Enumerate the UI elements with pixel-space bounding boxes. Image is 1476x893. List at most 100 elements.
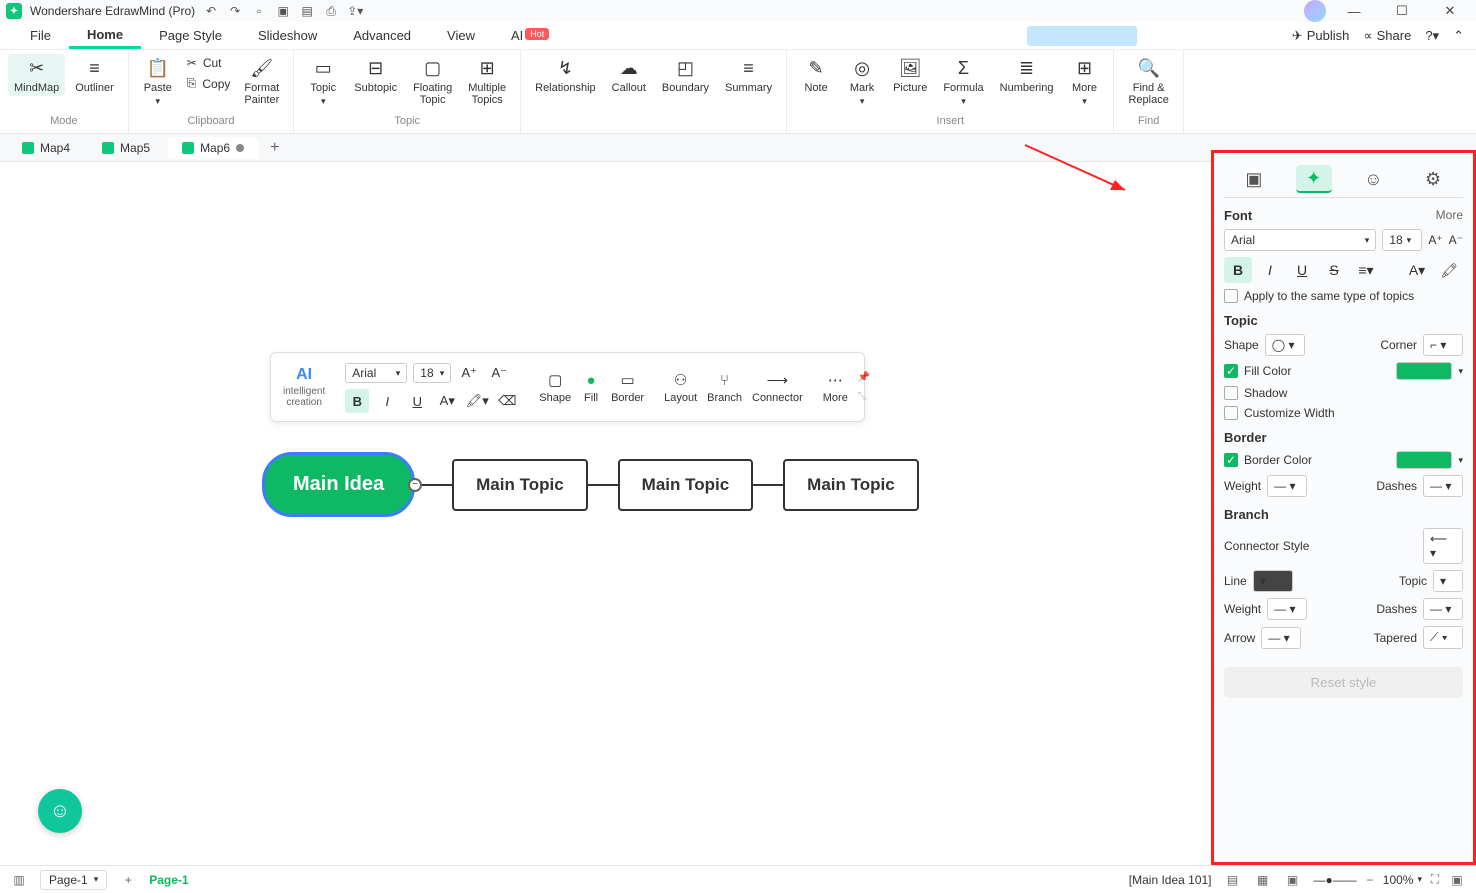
- fit-icon[interactable]: ▣: [1448, 871, 1466, 889]
- font-grow-button[interactable]: A⁺: [457, 361, 481, 385]
- fullscreen-icon[interactable]: ⛶: [1426, 871, 1444, 889]
- help-button[interactable]: ?▾: [1425, 28, 1439, 44]
- page-tab[interactable]: Page-1: [149, 873, 188, 887]
- menu-file[interactable]: File: [12, 24, 69, 47]
- view-mode-3-icon[interactable]: ▣: [1284, 871, 1302, 889]
- outliner-mode-button[interactable]: ≡Outliner: [69, 54, 120, 96]
- bold-button[interactable]: B: [345, 389, 369, 413]
- view-mode-1-icon[interactable]: ▤: [1224, 871, 1242, 889]
- font-more-button[interactable]: More: [1436, 208, 1463, 223]
- menu-view[interactable]: View: [429, 24, 493, 47]
- find-replace-button[interactable]: 🔍Find & Replace: [1122, 54, 1174, 108]
- zoom-slider[interactable]: —●——: [1314, 873, 1357, 887]
- save-icon[interactable]: ▤: [299, 3, 315, 19]
- doc-tab-map6[interactable]: Map6: [168, 137, 258, 159]
- note-button[interactable]: ✎Note: [795, 54, 837, 96]
- doc-tab-map4[interactable]: Map4: [8, 137, 84, 159]
- menu-advanced[interactable]: Advanced: [335, 24, 429, 47]
- share-button[interactable]: ∝Share: [1363, 28, 1411, 44]
- collapse-ribbon[interactable]: ⌃: [1453, 28, 1464, 44]
- collapse-handle[interactable]: −: [408, 478, 422, 492]
- undo-icon[interactable]: ↶: [203, 3, 219, 19]
- corner-select[interactable]: ⌐ ▾: [1423, 334, 1463, 356]
- boundary-button[interactable]: ◰Boundary: [656, 54, 715, 96]
- window-maximize[interactable]: ☐: [1382, 0, 1422, 22]
- formula-button[interactable]: ΣFormula▾: [937, 54, 989, 109]
- cut-button[interactable]: ✂ Cut: [183, 54, 235, 72]
- font-shrink-icon[interactable]: A⁻: [1449, 233, 1463, 247]
- insert-more-button[interactable]: ⊞More▾: [1063, 54, 1105, 109]
- panel-underline-button[interactable]: U: [1288, 257, 1316, 283]
- italic-button[interactable]: I: [375, 389, 399, 413]
- floating-topic-button[interactable]: ▢Floating Topic: [407, 54, 458, 108]
- panel-font-size[interactable]: 18▾: [1382, 229, 1422, 251]
- summary-button[interactable]: ≡Summary: [719, 54, 778, 96]
- arrow-select[interactable]: ― ▾: [1261, 627, 1301, 649]
- underline-button[interactable]: U: [405, 389, 429, 413]
- font-grow-icon[interactable]: A⁺: [1428, 233, 1442, 247]
- border-weight-select[interactable]: ― ▾: [1267, 475, 1307, 497]
- shape-button[interactable]: ▢Shape: [539, 370, 571, 404]
- panel-tab-layout[interactable]: ▣: [1236, 165, 1272, 193]
- topic-node[interactable]: Main Topic: [452, 459, 588, 511]
- font-family-select[interactable]: Arial▾: [345, 363, 407, 383]
- mark-button[interactable]: ◎Mark▾: [841, 54, 883, 109]
- panel-strike-button[interactable]: S: [1320, 257, 1348, 283]
- panel-highlight-button[interactable]: 🖍: [1435, 257, 1463, 283]
- menu-page-style[interactable]: Page Style: [141, 24, 240, 47]
- multiple-topics-button[interactable]: ⊞Multiple Topics: [462, 54, 512, 108]
- topic-button[interactable]: ▭Topic▾: [302, 54, 344, 109]
- font-shrink-button[interactable]: A⁻: [487, 361, 511, 385]
- apply-same-checkbox[interactable]: [1224, 289, 1238, 303]
- panel-tab-settings[interactable]: ⚙: [1415, 165, 1451, 193]
- topic-node[interactable]: Main Topic: [783, 459, 919, 511]
- main-idea-node[interactable]: Main Idea: [262, 452, 415, 517]
- highlight-button[interactable]: 🖍▾: [465, 389, 489, 413]
- panel-font-family[interactable]: Arial▾: [1224, 229, 1376, 251]
- add-tab-button[interactable]: +: [262, 139, 287, 157]
- promo-banner[interactable]: [1027, 26, 1137, 46]
- connector-style-select[interactable]: ⟵ ▾: [1423, 528, 1463, 564]
- canvas[interactable]: AI intelligent creation Arial▾ 18▾ A⁺ A⁻…: [0, 162, 1211, 865]
- branch-weight-select[interactable]: ― ▾: [1267, 598, 1307, 620]
- outline-view-icon[interactable]: ▥: [10, 871, 28, 889]
- doc-tab-map5[interactable]: Map5: [88, 137, 164, 159]
- panel-align-button[interactable]: ≡▾: [1352, 257, 1380, 283]
- zoom-value[interactable]: 100%: [1383, 873, 1414, 887]
- callout-button[interactable]: ☁Callout: [606, 54, 652, 96]
- new-icon[interactable]: ▫: [251, 3, 267, 19]
- zoom-out-icon[interactable]: −: [1361, 871, 1379, 889]
- branch-dashes-select[interactable]: ― ▾: [1423, 598, 1463, 620]
- branch-topic-select[interactable]: ▾: [1433, 570, 1463, 592]
- border-dashes-select[interactable]: ― ▾: [1423, 475, 1463, 497]
- menu-home[interactable]: Home: [69, 23, 141, 49]
- add-page-button[interactable]: +: [119, 871, 137, 889]
- panel-font-color-button[interactable]: A▾: [1403, 257, 1431, 283]
- reset-style-button[interactable]: Reset style: [1224, 667, 1463, 698]
- connector-button[interactable]: ⟶Connector: [752, 370, 803, 404]
- panel-bold-button[interactable]: B: [1224, 257, 1252, 283]
- subtopic-button[interactable]: ⊟Subtopic: [348, 54, 403, 96]
- branch-button[interactable]: ⑂Branch: [707, 370, 742, 404]
- relationship-button[interactable]: ↯Relationship: [529, 54, 602, 96]
- ai-creation-button[interactable]: AI intelligent creation: [283, 366, 325, 408]
- mindmap-mode-button[interactable]: ✂MindMap: [8, 54, 65, 96]
- page-selector[interactable]: Page-1▾: [40, 870, 107, 890]
- shape-select[interactable]: ◯ ▾: [1265, 334, 1305, 356]
- tapered-select[interactable]: ⟋ ▾: [1423, 626, 1463, 649]
- resize-icon[interactable]: ⤡: [858, 391, 870, 402]
- layout-button[interactable]: ⚇Layout: [664, 370, 697, 404]
- export-icon[interactable]: ⇪▾: [347, 3, 363, 19]
- pin-icon[interactable]: 📌: [858, 372, 870, 383]
- numbering-button[interactable]: ≣Numbering: [994, 54, 1060, 96]
- paste-button[interactable]: 📋Paste▾: [137, 54, 179, 109]
- font-size-select[interactable]: 18▾: [413, 363, 451, 383]
- picture-button[interactable]: 🖼Picture: [887, 54, 933, 96]
- format-painter-button[interactable]: 🖌Format Painter: [238, 54, 285, 108]
- panel-italic-button[interactable]: I: [1256, 257, 1284, 283]
- redo-icon[interactable]: ↷: [227, 3, 243, 19]
- border-color-swatch[interactable]: [1396, 451, 1452, 469]
- assistant-fab[interactable]: ☺: [38, 789, 82, 833]
- customize-width-checkbox[interactable]: [1224, 406, 1238, 420]
- user-avatar[interactable]: [1304, 0, 1326, 22]
